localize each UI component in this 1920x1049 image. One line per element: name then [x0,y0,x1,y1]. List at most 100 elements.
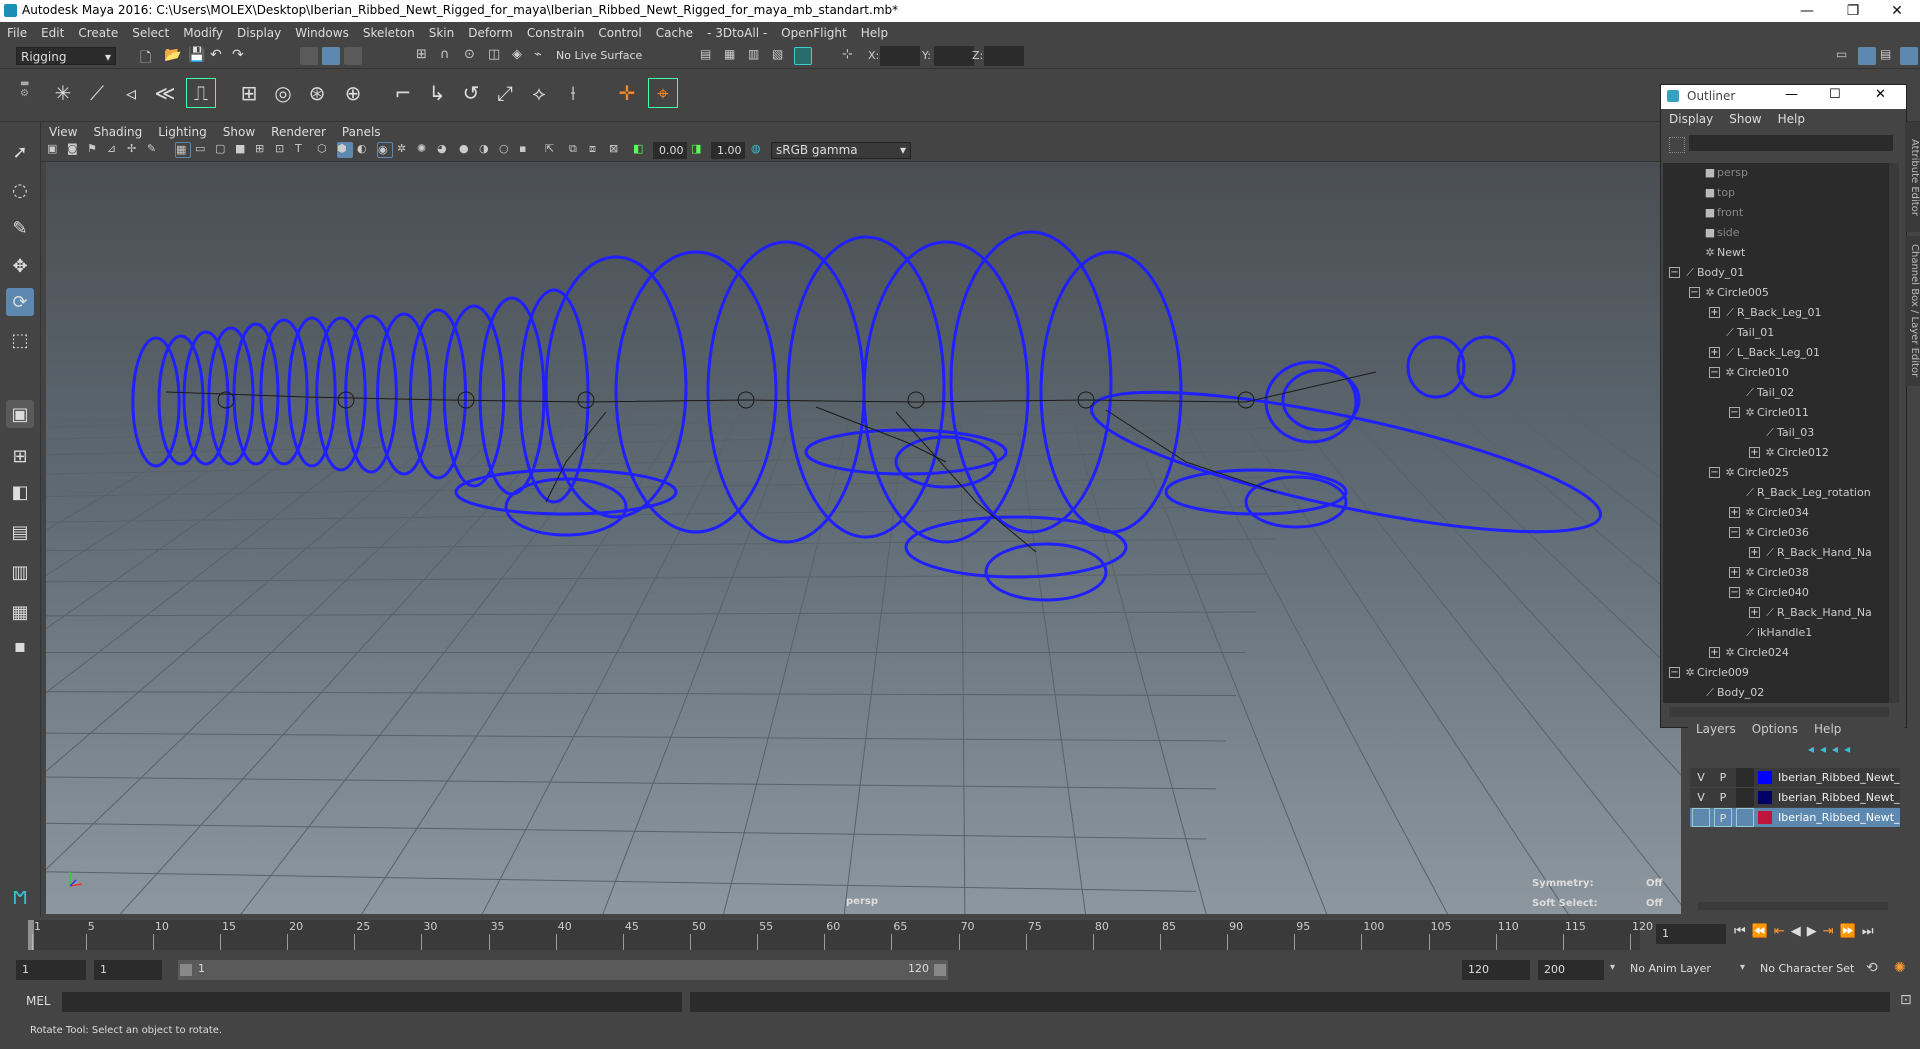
outliner-item[interactable]: ✲ Circle012 [1763,443,1829,463]
anim-layer-dropdown[interactable]: No Anim Layer [1630,962,1711,975]
minimize-button[interactable]: — [1784,0,1830,22]
play-forward-icon[interactable]: ▶ [1807,924,1817,939]
outliner-item[interactable]: ✲ Circle025 [1723,463,1789,483]
script-editor-icon[interactable]: ⊡ [1900,992,1912,1008]
outliner-item[interactable]: ■ front [1703,203,1743,223]
chevron-down-icon[interactable]: ▾ [1610,962,1615,973]
ipr-render-icon[interactable]: ▥ [748,47,766,65]
viewport-persp[interactable]: persp Symmetry: Off Soft Select: Off [46,162,1681,914]
exposure-icon[interactable]: ◧ [633,142,649,158]
tool-settings-icon[interactable]: ▤ [1880,47,1898,65]
range-start-handle[interactable] [180,964,192,976]
outliner-layout-icon[interactable]: ▦ [6,598,34,626]
layer-playback[interactable]: P [1714,808,1732,827]
outliner-search-input[interactable] [1689,135,1893,151]
isolate-select-icon[interactable]: ⇱ [545,142,561,158]
menu-cache[interactable]: Cache [649,26,700,40]
smooth-shade-icon[interactable]: ⬢ [337,142,353,158]
layer-name[interactable]: Iberian_Ribbed_Newt_ [1778,808,1900,827]
safe-title-icon[interactable]: T [295,142,311,158]
collapse-icon[interactable]: − [1729,587,1740,598]
menu-select[interactable]: Select [125,26,176,40]
outliner-item[interactable]: ✲ Circle009 [1683,663,1749,683]
go-to-end-icon[interactable]: ⏭ [1862,924,1874,939]
channel-box-tab[interactable]: Channel Box / Layer Editor [1905,236,1920,386]
wrap-deformer-icon[interactable]: ⊕ [338,78,368,108]
menu-constrain[interactable]: Constrain [520,26,592,40]
layer-type[interactable] [1736,788,1754,807]
playhead[interactable] [28,920,34,950]
expand-icon[interactable]: + [1709,307,1720,318]
bind-skin-icon[interactable]: ≪ [150,78,180,108]
render-frame-icon[interactable]: ▦ [724,47,742,65]
pole-vector-icon[interactable]: ⟊ [558,78,588,108]
menu-skeleton[interactable]: Skeleton [356,26,422,40]
collapse-icon[interactable]: − [1729,527,1740,538]
close-button[interactable]: ✕ [1874,0,1920,22]
range-bar[interactable]: 1 120 [178,960,948,980]
current-frame-field[interactable]: 1 [1656,924,1726,944]
layer-row[interactable]: V P Iberian_Ribbed_Newt_ [1690,768,1900,787]
outliner-item[interactable]: ⟋ ikHandle1 [1743,623,1812,643]
wire-on-shaded-icon[interactable]: ◐ [357,142,373,158]
ik-handle-icon[interactable]: ⟋ [82,78,112,108]
command-input[interactable] [62,992,682,1012]
view-transform-dropdown[interactable]: sRGB gamma ▾ [771,142,911,159]
camera-attributes-icon[interactable]: ◙ [67,142,83,158]
panel-menu-lighting[interactable]: Lighting [150,125,215,139]
parent-constraint-icon[interactable]: ⟡ [524,78,554,108]
point-constraint-icon[interactable]: ⌐ [388,78,418,108]
layer-visibility[interactable]: V [1692,768,1710,787]
layer-row-selected[interactable]: P Iberian_Ribbed_Newt_ [1690,808,1900,827]
menu-openflight[interactable]: OpenFlight [774,26,854,40]
outliner-filter-icon[interactable] [1669,137,1685,153]
outliner-item[interactable]: ⟋ R_Back_Hand_Na [1763,543,1872,563]
outliner-item[interactable]: ⟋ Tail_01 [1723,323,1774,343]
textured-icon[interactable]: ✲ [397,142,413,158]
depth-of-field-icon[interactable]: ▪ [519,142,535,158]
layer-color-swatch[interactable] [1758,771,1772,784]
step-back-frame-icon[interactable]: ⇤ [1774,924,1785,939]
resolution-gate-icon[interactable]: ▢ [215,142,231,158]
field-chart-icon[interactable]: ⊞ [255,142,271,158]
menu-create[interactable]: Create [71,26,125,40]
transform-input-icon[interactable]: ⊹ [842,47,860,65]
persp-graph-icon[interactable]: ▤ [6,518,34,546]
move-tool-icon[interactable]: ✥ [6,252,34,280]
layer-visibility[interactable]: V [1692,788,1710,807]
joint-tool-icon[interactable]: ✳ [48,78,78,108]
gamma-field[interactable]: 1.00 [711,142,745,159]
outliner-item[interactable]: ⟋ L_Back_Leg_01 [1723,343,1820,363]
panel-menu-view[interactable]: View [41,125,85,139]
outliner-item[interactable]: ✲ Circle011 [1743,403,1809,423]
persp-outliner-icon[interactable]: ▥ [6,558,34,586]
single-pane-icon[interactable]: ▣ [6,400,34,428]
menu-control[interactable]: Control [591,26,648,40]
snap-point-icon[interactable]: ⊙ [464,47,482,65]
scale-tool-icon[interactable]: ⬚ [6,326,34,354]
layer-buttons-icon[interactable]: ◂◂◂◂ [1808,742,1856,756]
outliner-item[interactable]: ✲ Circle036 [1743,523,1809,543]
rotate-tool-icon[interactable]: ⟳ [6,288,34,316]
scale-constraint-icon[interactable]: ⤢ [490,78,520,108]
mel-label[interactable]: MEL [26,994,51,1008]
layer-menu-options[interactable]: Options [1744,722,1806,736]
expand-icon[interactable]: + [1749,607,1760,618]
playback-start-field[interactable]: 1 [94,960,162,980]
outliner-menu-show[interactable]: Show [1721,112,1769,126]
image-plane-icon[interactable]: ⊿ [107,142,123,158]
live-surface-label[interactable]: No Live Surface [556,49,642,62]
orient-constraint-icon[interactable]: ↺ [456,78,486,108]
save-scene-icon[interactable]: 💾 [188,47,206,65]
layer-menu-layers[interactable]: Layers [1696,722,1744,736]
ambient-occlusion-icon[interactable]: ● [459,142,475,158]
snap-live-icon[interactable]: ⌁ [534,47,552,65]
outliner-item[interactable]: ⟋ Tail_02 [1743,383,1794,403]
step-forward-key-icon[interactable]: ⏩ [1840,924,1856,939]
xray-active-icon[interactable]: ⧈ [589,142,605,158]
shelf-menu-icon[interactable]: ▬ ⚙ [20,79,32,109]
undo-icon[interactable]: ↶ [210,47,228,65]
two-d-pan-icon[interactable]: ✢ [127,142,143,158]
render-view-icon[interactable]: ▧ [772,47,790,65]
outliner-item[interactable]: ✲ Circle034 [1743,503,1809,523]
